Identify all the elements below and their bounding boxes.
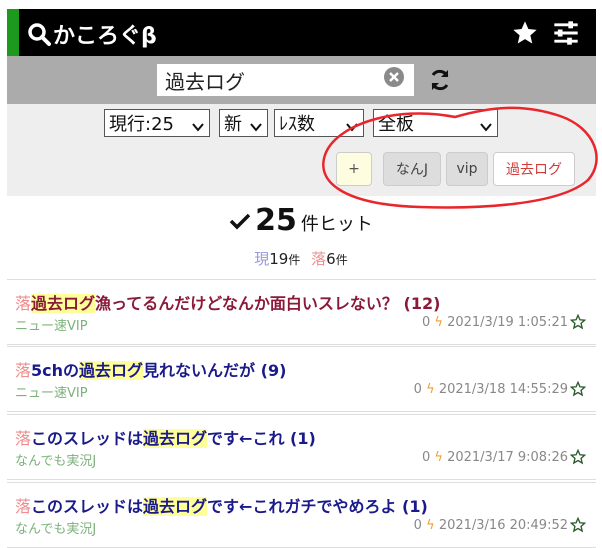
title-highlight: 過去ログ	[143, 429, 208, 448]
thread-title[interactable]: 落5chの過去ログ見れないんだが (9)	[15, 357, 286, 381]
thread-date: 2021/3/19 1:05:21	[447, 315, 568, 330]
title-text: 5chの	[31, 361, 80, 380]
tag-label: なんJ	[395, 162, 429, 178]
search-bar: 過去ログ	[7, 56, 596, 104]
thread-date: 2021/3/17 9:08:26	[447, 450, 568, 465]
title-count: (1)	[290, 429, 316, 448]
thread-meta: 0 ϟ 2021/3/19 1:05:21	[422, 315, 568, 330]
star-icon[interactable]	[511, 19, 539, 51]
bolt-icon: ϟ	[426, 382, 435, 397]
thread-date: 2021/3/16 20:49:52	[438, 518, 568, 533]
tag-label: vip	[456, 161, 478, 177]
settings-sliders-icon[interactable]	[552, 19, 580, 51]
thread-date: 2021/3/18 14:55:29	[438, 382, 568, 397]
bolt-icon: ϟ	[434, 450, 443, 465]
search-input[interactable]: 過去ログ	[157, 64, 414, 96]
current-count: 19	[269, 250, 289, 268]
title-highlight: 過去ログ	[143, 497, 208, 516]
current-label: 現	[254, 250, 270, 268]
fallen-mark: 落	[15, 361, 32, 380]
fallen-mark: 落	[15, 294, 32, 313]
results-summary: 25 件ヒット 現19件 落6件	[0, 203, 602, 269]
hit-unit: 件ヒット	[300, 214, 373, 235]
bolt-icon: ϟ	[426, 518, 435, 533]
board-name[interactable]: なんでも実況J	[15, 450, 96, 469]
tag-label: 過去ログ	[506, 162, 562, 178]
bolt-icon: ϟ	[434, 315, 443, 330]
order-select-value: 新	[224, 114, 242, 135]
board-name[interactable]: なんでも実況J	[15, 518, 96, 537]
count-select-value: ﾚｽ数	[279, 114, 315, 135]
fallen-mark: 落	[15, 497, 32, 516]
title-text: です←これガチでやめろよ	[207, 497, 397, 516]
fallen-mark: 落	[15, 429, 32, 448]
tag-nanj[interactable]: なんJ	[383, 152, 441, 186]
favorite-star-icon[interactable]	[569, 516, 587, 537]
favorite-star-icon[interactable]	[569, 448, 587, 469]
fallen-count: 6	[326, 250, 336, 268]
app-logo[interactable]: かころぐβ	[27, 18, 157, 50]
chevron-down-icon	[192, 117, 204, 138]
res-count: 0	[421, 450, 431, 465]
title-count: (1)	[402, 497, 428, 516]
thread-meta: 0 ϟ 2021/3/16 20:49:52	[414, 518, 568, 533]
search-icon	[27, 22, 51, 46]
sort-select[interactable]: 現行:25	[104, 109, 210, 137]
title-highlight: 過去ログ	[79, 361, 144, 380]
title-count: (9)	[260, 361, 287, 380]
board-select[interactable]: 全板	[373, 109, 498, 137]
title-text: 見れないんだが	[143, 361, 256, 380]
res-count: 0	[413, 518, 422, 533]
favorite-star-icon[interactable]	[569, 313, 587, 334]
count-select[interactable]: ﾚｽ数	[274, 109, 364, 137]
list-item[interactable]: 落過去ログ漁ってるんだけどなんか面白いスレない？ (12) ニュー速VIP 0 …	[7, 279, 596, 345]
title-count: (12)	[403, 294, 441, 313]
board-name[interactable]: ニュー速VIP	[15, 315, 88, 334]
thread-meta: 0 ϟ 2021/3/17 9:08:26	[422, 450, 568, 465]
fallen-label: 落	[311, 250, 327, 268]
chevron-down-icon	[346, 117, 358, 138]
res-count: 0	[421, 315, 431, 330]
order-select[interactable]: 新	[219, 109, 268, 137]
res-count: 0	[413, 382, 422, 397]
thread-meta: 0 ϟ 2021/3/18 14:55:29	[414, 382, 568, 397]
filter-panel: 現行:25 新 ﾚｽ数 全板 + なんJ vip 過去ログ	[7, 104, 596, 196]
board-name[interactable]: ニュー速VIP	[15, 382, 88, 401]
tag-vip[interactable]: vip	[446, 152, 488, 186]
current-unit: 件	[288, 253, 301, 267]
add-tag-button[interactable]: +	[336, 152, 372, 186]
title-highlight: 過去ログ	[31, 294, 96, 313]
status-breakdown: 現19件 落6件	[0, 248, 602, 269]
thread-title[interactable]: 落このスレッドは過去ログです←これガチでやめろよ (1)	[15, 493, 428, 517]
favorite-star-icon[interactable]	[569, 380, 587, 401]
board-select-value: 全板	[378, 114, 414, 135]
app-header: かころぐβ	[7, 9, 596, 56]
tag-kakolog[interactable]: 過去ログ	[493, 152, 575, 186]
title-text: 漁ってるんだけどなんか面白いスレない？	[95, 294, 398, 313]
chevron-down-icon	[250, 117, 262, 138]
sort-select-value: 現行:25	[109, 114, 174, 135]
title-text: このスレッドは	[31, 429, 144, 448]
title-text: です←これ	[207, 429, 285, 448]
clear-icon[interactable]	[384, 67, 404, 87]
checkmark-icon	[229, 212, 251, 235]
refresh-icon[interactable]	[428, 68, 452, 96]
fallen-unit: 件	[335, 253, 348, 267]
list-item[interactable]: 落5chの過去ログ見れないんだが (9) ニュー速VIP 0 ϟ 2021/3/…	[7, 346, 596, 412]
thread-title[interactable]: 落過去ログ漁ってるんだけどなんか面白いスレない？ (12)	[15, 290, 440, 314]
list-item[interactable]: 落このスレッドは過去ログです←これガチでやめろよ (1) なんでも実況J 0 ϟ…	[7, 482, 596, 548]
app-title: かころぐβ	[53, 24, 157, 49]
title-text: このスレッドは	[31, 497, 144, 516]
thread-title[interactable]: 落このスレッドは過去ログです←これ (1)	[15, 425, 316, 449]
hit-count: 25	[255, 203, 297, 238]
list-item[interactable]: 落このスレッドは過去ログです←これ (1) なんでも実況J 0 ϟ 2021/3…	[7, 414, 596, 480]
add-tag-label: +	[348, 161, 360, 177]
search-input-value: 過去ログ	[165, 69, 245, 94]
chevron-down-icon	[480, 117, 492, 138]
header-accent-bar	[7, 9, 19, 56]
